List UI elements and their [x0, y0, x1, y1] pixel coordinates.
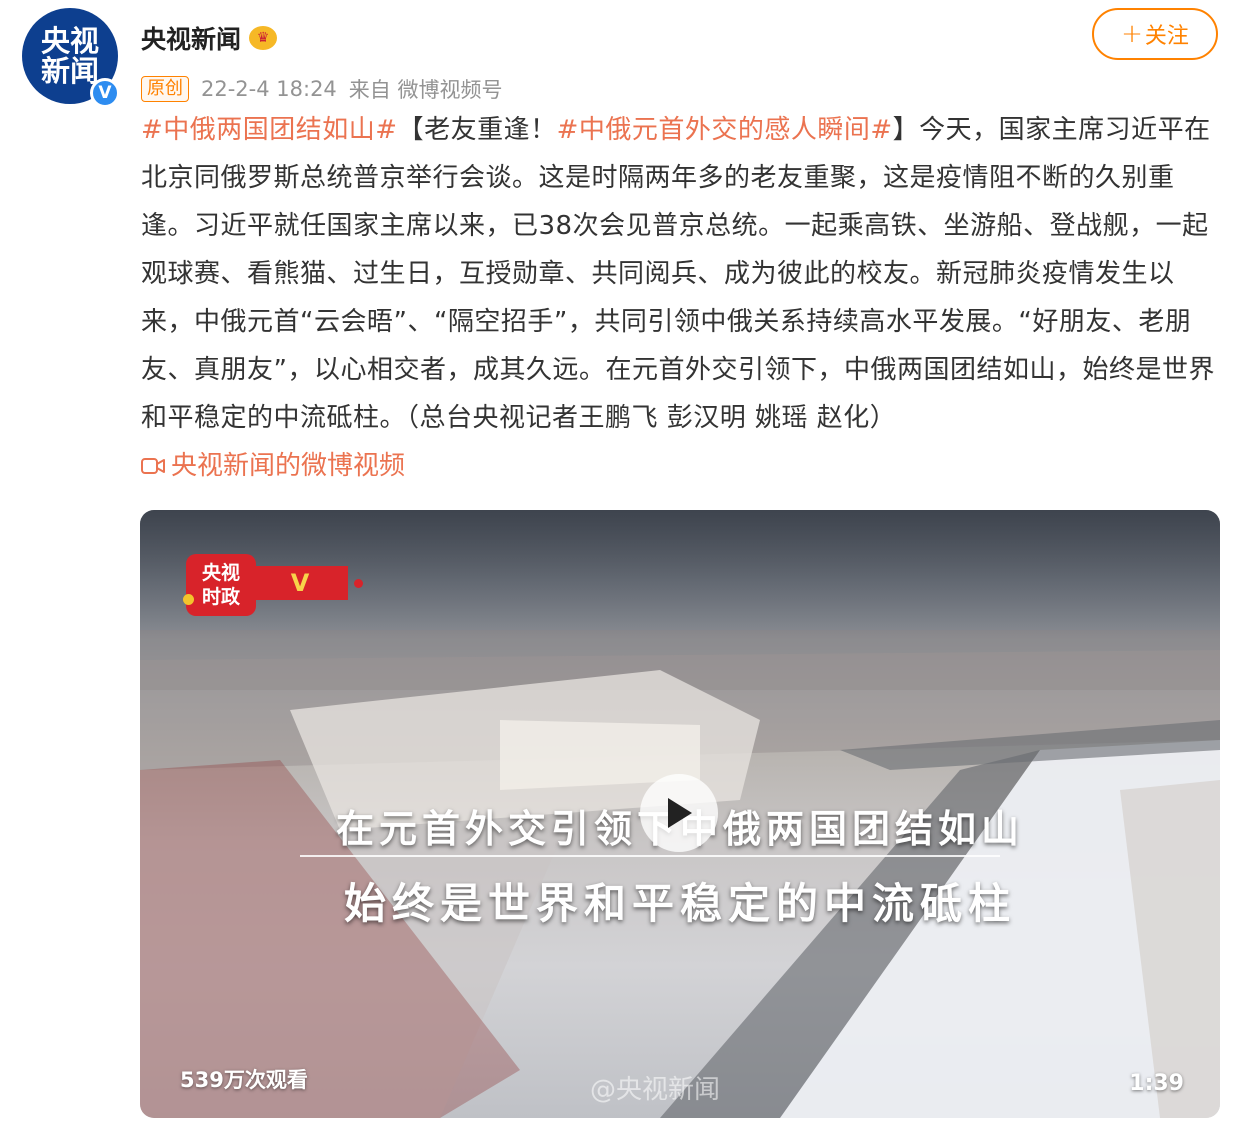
logo-dot	[354, 579, 363, 588]
post-time[interactable]: 22-2-4 18:24	[201, 77, 337, 101]
video-duration: 1:39	[1129, 1071, 1184, 1096]
video-source-link[interactable]: 央视新闻的微博视频	[141, 444, 405, 488]
verified-mark: V	[98, 83, 112, 103]
plus-icon: +	[1121, 19, 1143, 49]
play-button[interactable]	[640, 774, 718, 852]
avatar-text-line1: 央视	[40, 24, 99, 58]
logo-text-line1: 央视	[201, 562, 240, 584]
view-count: 539万次观看	[180, 1068, 308, 1092]
crown-icon: ♛	[249, 26, 278, 50]
account-name-row: 央视新闻 ♛	[141, 20, 278, 56]
video-source-label: 央视新闻的微博视频	[171, 451, 406, 481]
follow-button[interactable]: + 关注	[1092, 8, 1218, 60]
logo-ribbon: V	[252, 566, 348, 600]
post-text: #中俄两国团结如山#【老友重逢！#中俄元首外交的感人瞬间#】今天，国家主席习近平…	[141, 106, 1226, 442]
avatar-text-line2: 新闻	[40, 54, 99, 88]
caption-divider	[300, 855, 1000, 857]
original-tag: 原创	[141, 76, 189, 102]
hashtag-link[interactable]: #中俄两国团结如山#	[141, 115, 398, 145]
video-caption-line2: 始终是世界和平稳定的中流砥柱	[343, 879, 1016, 928]
play-icon	[668, 798, 692, 828]
post-source[interactable]: 来自 微博视频号	[349, 74, 503, 104]
verified-icon: V	[90, 78, 120, 108]
logo-text-line2: 时政	[201, 586, 240, 608]
post-meta: 原创 22-2-4 18:24 来自 微博视频号	[141, 74, 502, 104]
follow-label: 关注	[1144, 24, 1189, 49]
post-bracket-text: 【老友重逢！	[397, 115, 557, 145]
video-camera-icon	[141, 458, 165, 474]
logo-mark: V	[290, 569, 310, 597]
logo-dot-yellow	[183, 594, 194, 605]
hashtag-link[interactable]: #中俄元首外交的感人瞬间#	[557, 115, 893, 145]
cctv-news-logo: 央视 时政	[186, 554, 256, 616]
post-body: 】今天，国家主席习近平在北京同俄罗斯总统普京举行会谈。这是时隔两年多的老友重聚，…	[141, 115, 1215, 433]
video-player[interactable]: 央视 时政 V 在元首外交引领下中俄两国团结如山 始终是世界和平稳定的中流砥柱 …	[140, 510, 1220, 1118]
account-name[interactable]: 央视新闻	[141, 20, 241, 56]
video-watermark: @央视新闻	[590, 1075, 721, 1105]
